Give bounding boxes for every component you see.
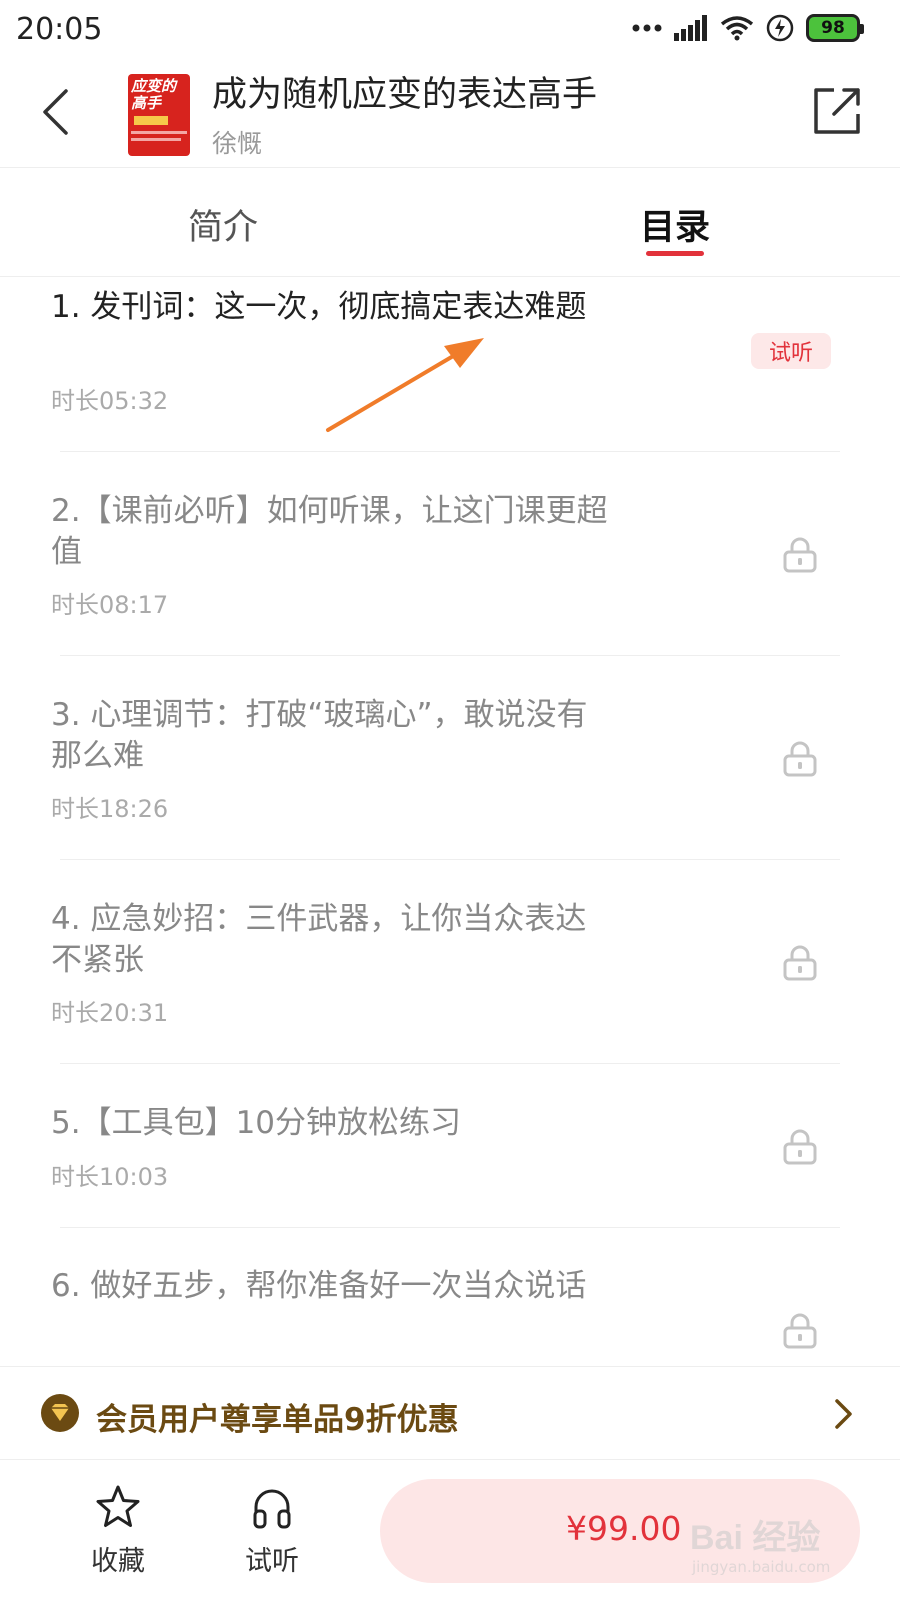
tab-intro[interactable]: 简介 — [188, 199, 258, 250]
member-discount-text: 会员用户尊享单品9折优惠 — [96, 1402, 459, 1438]
lesson-duration: 时长20:31 — [51, 999, 169, 1027]
chevron-right-icon — [835, 1399, 852, 1429]
listen-label: 试听 — [245, 1546, 299, 1577]
lock-icon — [783, 1313, 817, 1349]
course-cover-image: 应变的 高手 — [128, 74, 190, 156]
lesson-duration: 时长08:17 — [51, 591, 169, 619]
listen-button[interactable]: 试听 — [232, 1483, 312, 1583]
more-dots-icon — [632, 24, 662, 32]
wifi-icon — [720, 16, 754, 41]
battery-icon: 98 — [806, 14, 864, 42]
lesson-duration: 时长05:32 — [51, 387, 169, 415]
lesson-title: 3. 心理调节：打破“玻璃心”，敢说没有那么难 — [51, 697, 588, 774]
status-time: 20:05 — [16, 12, 103, 47]
lesson-item[interactable]: 1. 发刊词：这一次，彻底搞定表达难题 时长05:32 试听 — [0, 278, 900, 451]
lesson-item[interactable]: 4. 应急妙招：三件武器，让你当众表达不紧张 时长20:31 — [0, 860, 900, 1064]
star-icon — [96, 1485, 140, 1527]
lesson-item[interactable]: 5.【工具包】10分钟放松练习 时长10:03 — [0, 1064, 900, 1228]
cover-title-text: 应变的 高手 — [131, 77, 177, 112]
watermark-logo: Bai 经验 — [690, 1519, 821, 1557]
lesson-duration: 时长18:26 — [51, 795, 169, 823]
course-author: 徐慨 — [212, 129, 263, 158]
headphones-icon — [253, 1489, 291, 1529]
baidu-jingyan-watermark: Bai 经验 jingyan.baidu.com — [690, 1510, 860, 1590]
status-bar: 20:05 98 — [0, 0, 900, 62]
lesson-title: 5.【工具包】10分钟放松练习 — [51, 1105, 462, 1141]
charging-icon — [766, 14, 794, 42]
tab-catalog[interactable]: 目录 — [640, 199, 710, 250]
watermark-url: jingyan.baidu.com — [692, 1558, 831, 1576]
favorite-label: 收藏 — [91, 1546, 145, 1577]
header: 应变的 高手 成为随机应变的表达高手 徐慨 — [0, 62, 900, 168]
lesson-title: 6. 做好五步，帮你准备好一次当众说话 — [51, 1268, 587, 1304]
member-discount-bar[interactable]: 会员用户尊享单品9折优惠 — [0, 1366, 900, 1460]
tab-bar: 简介 目录 — [0, 169, 900, 277]
price-label: ¥99.00 — [566, 1509, 682, 1548]
lesson-title: 2.【课前必听】如何听课，让这门课更超值 — [51, 493, 608, 570]
lock-icon — [783, 1129, 817, 1165]
lesson-list: 1. 发刊词：这一次，彻底搞定表达难题 时长05:32 试听 2.【课前必听】如… — [0, 278, 900, 1365]
lock-icon — [783, 741, 817, 777]
lock-icon — [783, 537, 817, 573]
back-chevron-icon — [43, 89, 68, 135]
lock-icon — [783, 945, 817, 981]
trial-badge[interactable]: 试听 — [751, 333, 831, 369]
tab-active-indicator — [646, 251, 704, 256]
lesson-item[interactable]: 3. 心理调节：打破“玻璃心”，敢说没有那么难 时长18:26 — [0, 656, 900, 860]
course-title: 成为随机应变的表达高手 — [212, 75, 598, 115]
back-button[interactable] — [30, 82, 80, 142]
lesson-title: 1. 发刊词：这一次，彻底搞定表达难题 — [51, 289, 587, 325]
lesson-item[interactable]: 2.【课前必听】如何听课，让这门课更超值 时长08:17 — [0, 452, 900, 656]
signal-icon — [674, 15, 707, 41]
share-icon — [814, 88, 860, 134]
lesson-title: 4. 应急妙招：三件武器，让你当众表达不紧张 — [51, 901, 587, 978]
vip-diamond-icon — [41, 1394, 79, 1432]
share-button[interactable] — [810, 82, 866, 138]
status-icons: 98 — [632, 14, 864, 42]
favorite-button[interactable]: 收藏 — [78, 1483, 158, 1583]
lesson-item[interactable]: 6. 做好五步，帮你准备好一次当众说话 — [0, 1228, 900, 1365]
lesson-duration: 时长10:03 — [51, 1163, 169, 1191]
